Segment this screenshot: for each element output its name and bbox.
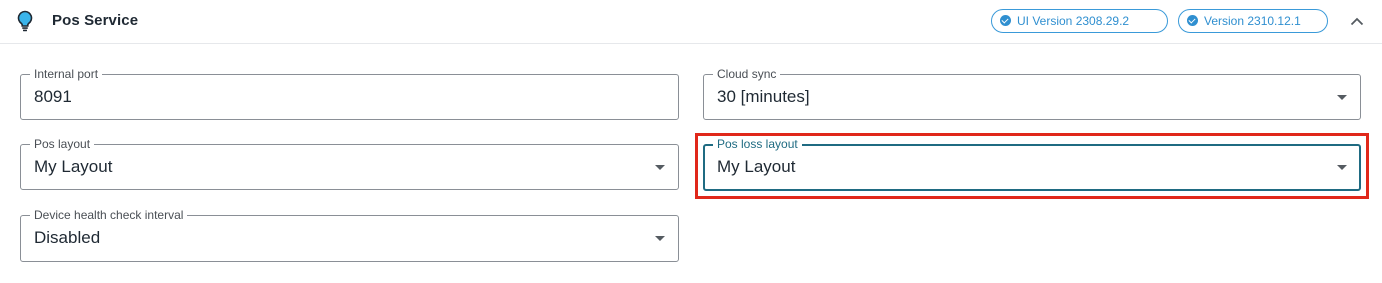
internal-port-value: 8091: [34, 87, 72, 106]
dropdown-arrow-icon: [655, 165, 665, 170]
ui-version-label: UI Version 2308.29.2: [1017, 14, 1130, 28]
dropdown-arrow-icon: [1337, 165, 1347, 170]
dropdown-arrow-icon: [655, 236, 665, 241]
lightbulb-icon: [17, 10, 33, 32]
service-version-label: Version 2310.12.1: [1204, 14, 1301, 28]
ui-version-badge: UI Version 2308.29.2: [991, 9, 1168, 33]
device-health-interval-value: Disabled: [34, 228, 101, 247]
internal-port-label: Internal port: [30, 67, 103, 81]
cloud-sync-value: 30 [minutes]: [717, 87, 810, 106]
section-header: Pos Service UI Version 2308.29.2 Version…: [0, 0, 1382, 44]
device-health-interval-select[interactable]: Device health check interval Disabled: [20, 208, 679, 262]
device-health-interval-label: Device health check interval: [30, 208, 188, 222]
pos-loss-layout-select[interactable]: Pos loss layout My Layout: [703, 137, 1361, 191]
dropdown-arrow-icon: [1337, 95, 1347, 100]
chevron-up-icon[interactable]: [1348, 13, 1366, 31]
pos-loss-layout-label: Pos loss layout: [713, 137, 802, 151]
pos-layout-label: Pos layout: [30, 137, 95, 151]
check-circle-icon: [1187, 15, 1198, 26]
pos-loss-layout-value: My Layout: [717, 157, 796, 176]
section-title: Pos Service: [52, 12, 139, 29]
internal-port-field[interactable]: Internal port 8091: [20, 67, 679, 120]
cloud-sync-select[interactable]: Cloud sync 30 [minutes]: [703, 67, 1361, 120]
service-version-badge: Version 2310.12.1: [1178, 9, 1328, 33]
check-circle-icon: [1000, 15, 1011, 26]
pos-layout-select[interactable]: Pos layout My Layout: [20, 137, 679, 190]
pos-layout-value: My Layout: [34, 157, 113, 176]
cloud-sync-label: Cloud sync: [713, 67, 781, 81]
